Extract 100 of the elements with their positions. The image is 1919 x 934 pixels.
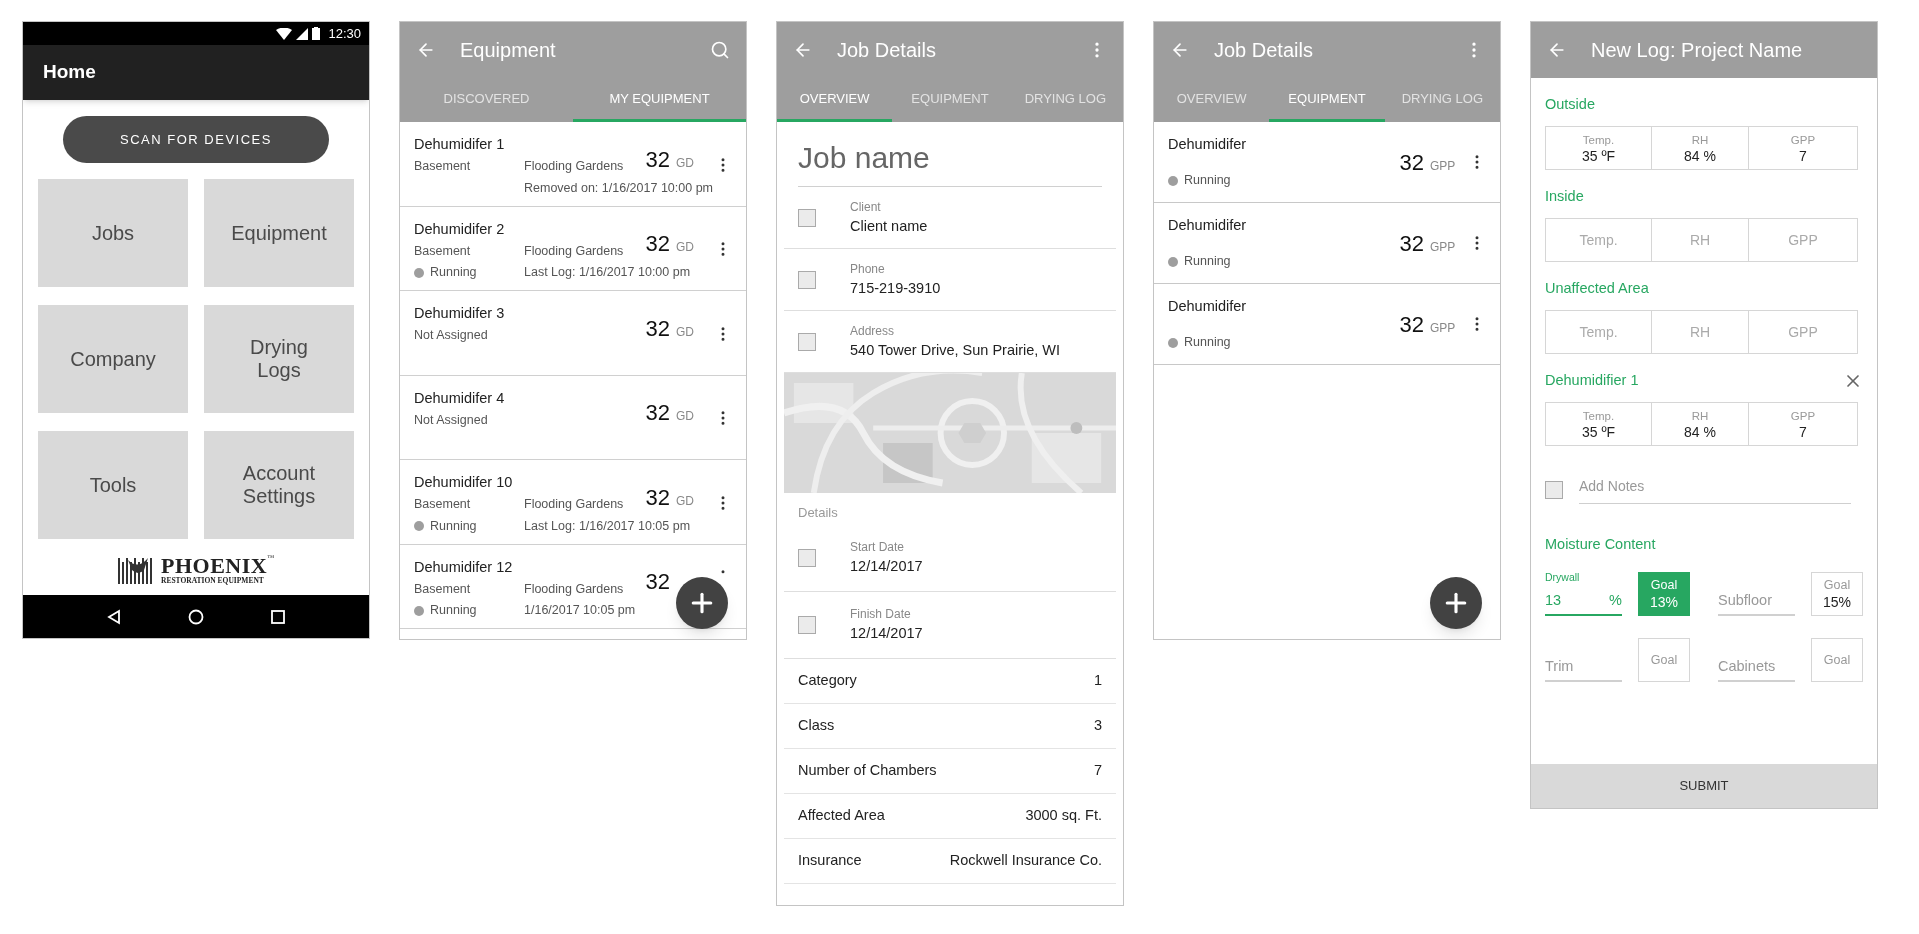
back-icon[interactable]: [106, 608, 122, 625]
reading-unit: GPP: [1430, 238, 1457, 256]
equipment-name: Dehumidifer 10: [414, 473, 513, 492]
equipment-row[interactable]: Dehumidifer 10 Basement Flooding Gardens 32 GD Running Last Log: 1/16/2017 10:05 pm: [400, 460, 746, 545]
reading-value: 32: [1399, 229, 1424, 258]
property-value: 7: [1093, 760, 1102, 780]
equipment-location: Not Assigned: [414, 411, 489, 429]
menu-tile[interactable]: Drying Logs: [204, 305, 354, 413]
status-text: Running: [430, 517, 477, 535]
recents-icon[interactable]: [270, 608, 286, 625]
job-name: Flooding Gardens: [524, 496, 624, 513]
equipment-row[interactable]: Dehumidifer 1 Basement Flooding Gardens 32 GD Removed on: 1/16/2017 10:00 pm: [400, 122, 746, 207]
field-value: 12/14/2017: [850, 623, 923, 643]
reading-field[interactable]: RH 84 %: [1651, 126, 1749, 170]
section-heading: Dehumidifier 1: [1545, 371, 1639, 391]
reading-field[interactable]: Temp. 35 ºF: [1545, 402, 1652, 446]
field-value: 540 Tower Drive, Sun Prairie, WI: [850, 340, 1061, 360]
square-icon: [798, 270, 816, 289]
property-label: Number of Chambers: [798, 760, 937, 780]
equipment-location: Basement: [414, 580, 472, 598]
field-value: 715-219-3910: [850, 278, 941, 298]
section-heading: Outside: [1545, 95, 1595, 115]
reading-value: 32: [645, 314, 670, 343]
field-value: Client name: [850, 216, 928, 236]
square-icon: [798, 615, 816, 634]
reading-unit: GPP: [1430, 157, 1457, 175]
property-value: 1: [1093, 670, 1102, 690]
reading-unit: GD: [676, 492, 695, 510]
status-text: Running: [1184, 334, 1231, 352]
square-icon: [798, 548, 816, 567]
scan-button[interactable]: SCAN FOR DEVICES: [63, 116, 329, 163]
reading-value: 32: [1399, 148, 1424, 177]
status-text: Running: [1184, 172, 1231, 190]
reading-field[interactable]: RH 84 %: [1651, 402, 1749, 446]
equipment-row[interactable]: Dehumidifer Running 32 GPP: [1154, 284, 1500, 365]
square-icon: [1545, 481, 1563, 499]
equipment-row[interactable]: Dehumidifer 2 Basement Flooding Gardens 32 GD Running Last Log: 1/16/2017 10:00 pm: [400, 206, 746, 291]
equipment-row[interactable]: Dehumidifer 4 Not Assigned 32 GD: [400, 375, 746, 460]
field-label: Client: [850, 198, 882, 216]
equipment-name: Dehumidifer 12: [414, 557, 513, 577]
battery-icon: [312, 27, 321, 40]
job-name: Flooding Gardens: [524, 158, 624, 175]
equipment-name: Dehumidifer 3: [414, 304, 505, 323]
equipment-row[interactable]: Dehumidifer 3 Not Assigned 32 GD: [400, 291, 746, 376]
reading-value: 32: [645, 230, 670, 259]
status-text: Running: [430, 602, 477, 620]
home-icon[interactable]: [188, 608, 204, 625]
job-name: Flooding Gardens: [524, 242, 624, 260]
equipment-name: Dehumidifer: [1168, 135, 1248, 154]
reading-field[interactable]: GPP 7: [1748, 126, 1858, 170]
section-heading: Details: [797, 504, 839, 522]
add-button[interactable]: [1430, 577, 1482, 629]
menu-tile[interactable]: Company: [38, 305, 188, 413]
section-heading: Moisture Content: [1545, 535, 1657, 554]
reading-value: 32: [645, 483, 670, 512]
reading-unit: GD: [676, 408, 695, 426]
equipment-row[interactable]: Dehumidifer Running 32 GPP: [1154, 122, 1500, 203]
status-time: 12:30: [328, 24, 361, 43]
equipment-name: Dehumidifer 2: [414, 219, 505, 239]
property-label: Insurance: [798, 850, 862, 870]
goal-field[interactable]: Goal 15%: [1811, 572, 1863, 617]
add-button[interactable]: [676, 577, 728, 629]
notes-field[interactable]: Add Notes: [1579, 476, 1851, 504]
reading-value: 32: [1399, 310, 1424, 339]
field-label: Start Date: [850, 538, 906, 556]
wifi-icon: [276, 27, 293, 40]
screen-title: New Log: Project Name: [1591, 38, 1804, 63]
equipment-row[interactable]: Dehumidifer Running 32 GPP: [1154, 203, 1500, 284]
property-label: Affected Area: [798, 805, 885, 825]
reading-value: 32: [645, 399, 670, 428]
submit-button[interactable]: SUBMIT: [1531, 764, 1877, 808]
field-label: Phone: [850, 260, 886, 278]
material-field[interactable]: Drywall 13 %: [1545, 569, 1622, 617]
reading-unit: GD: [676, 154, 695, 172]
menu-tile[interactable]: Tools: [38, 431, 188, 539]
reading-value: 32: [645, 145, 670, 174]
screen-title: Home: [43, 60, 96, 85]
search-icon[interactable]: [710, 40, 730, 60]
reading-field[interactable]: Temp. 35 ºF: [1545, 126, 1652, 170]
menu-tile[interactable]: Account Settings: [204, 431, 354, 539]
equipment-name: Dehumidifer: [1168, 297, 1248, 316]
square-icon: [798, 208, 816, 227]
menu-tile[interactable]: Equipment: [204, 179, 354, 287]
reading-unit: GD: [676, 239, 695, 257]
signal-icon: [296, 27, 309, 40]
reading-value: 32: [645, 568, 670, 597]
status-text: Running: [430, 264, 477, 282]
equipment-location: Basement: [414, 496, 472, 513]
job-name-field[interactable]: Job name: [798, 135, 1102, 187]
menu-tile[interactable]: Jobs: [38, 179, 188, 287]
field-label: Address: [850, 322, 896, 340]
equipment-note: Last Log: 1/16/2017 10:05 pm: [524, 517, 691, 535]
equipment-location: Basement: [414, 158, 472, 175]
reading-field[interactable]: GPP 7: [1748, 402, 1858, 446]
field-value: 12/14/2017: [850, 556, 923, 576]
property-label: Category: [798, 670, 857, 690]
section-heading: Inside: [1545, 187, 1584, 207]
section-heading: Unaffected Area: [1545, 279, 1649, 299]
screen-title: Job Details: [837, 38, 937, 63]
property-label: Class: [798, 715, 835, 735]
